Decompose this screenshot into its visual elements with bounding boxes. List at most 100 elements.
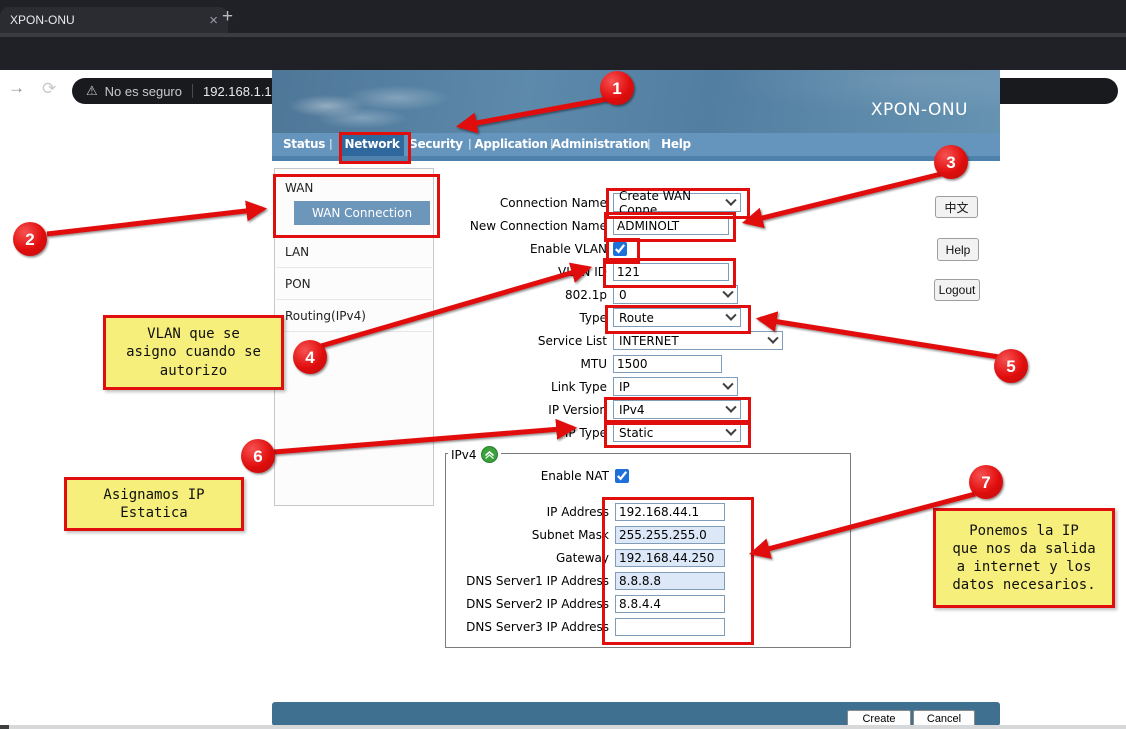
scrollbar-thumb[interactable]: [0, 725, 9, 729]
sidebar-item-routing-ipv4[interactable]: Routing(IPv4): [285, 309, 366, 323]
screenshot-root: XPON-ONU × + → ⟳ ⚠ No es seguro 192.168.…: [0, 0, 1126, 729]
ipv4-legend: IPv4: [448, 446, 501, 463]
browser-tab-title: XPON-ONU: [10, 13, 209, 27]
dns-server1-input[interactable]: [615, 572, 725, 590]
arrow-2: [47, 209, 263, 234]
gateway-input[interactable]: [615, 549, 725, 567]
form-row-ip-version: IP Version IPv4: [440, 398, 860, 421]
field-label: DNS Server3 IP Address: [446, 620, 612, 634]
note-line: autorizo: [160, 362, 227, 380]
ip-type-value: Static: [619, 426, 653, 440]
language-button[interactable]: 中文: [935, 196, 978, 218]
service-list-select[interactable]: INTERNET: [613, 331, 783, 350]
dns1-row: DNS Server1 IP Address: [446, 571, 746, 590]
form-row-ip-type: IP Type Static: [440, 421, 860, 444]
sidebar-divider: [276, 267, 432, 268]
browser-tab-strip: XPON-ONU × +: [0, 0, 1126, 33]
ip-type-select[interactable]: Static: [613, 423, 741, 442]
nav-separator: |: [329, 137, 333, 150]
note-line: a internet y los: [957, 558, 1092, 576]
field-label: Connection Name: [440, 196, 610, 210]
form-row-new-connection-name: New Connection Name: [440, 214, 860, 237]
type-select[interactable]: Route: [613, 308, 741, 327]
new-tab-icon[interactable]: +: [222, 6, 233, 28]
note-line: Ponemos la IP: [969, 522, 1079, 540]
collapse-section-icon[interactable]: [481, 446, 498, 463]
reload-icon[interactable]: ⟳: [42, 79, 56, 99]
tab-administration[interactable]: Administration: [552, 137, 648, 151]
tab-help[interactable]: Help: [661, 137, 691, 151]
chevron-down-icon: [725, 401, 736, 412]
form-row-type: Type Route: [440, 306, 860, 329]
logout-button[interactable]: Logout: [934, 279, 980, 301]
8021p-select[interactable]: 0: [613, 285, 738, 304]
tab-network[interactable]: Network: [344, 137, 399, 151]
enable-nat-row: Enable NAT: [446, 466, 746, 485]
nav-separator: |: [468, 137, 472, 150]
note-line: Estatica: [120, 504, 187, 522]
note-static-ip: Asignamos IP Estatica: [64, 477, 244, 531]
new-connection-name-input[interactable]: [613, 217, 729, 235]
sidebar-item-pon[interactable]: PON: [285, 277, 311, 291]
nav-underline: [272, 156, 1000, 161]
ipv4-legend-text: IPv4: [451, 448, 477, 462]
ip-version-select[interactable]: IPv4: [613, 400, 741, 419]
step-circle-6: [241, 439, 275, 473]
mtu-input[interactable]: [613, 355, 722, 373]
ip-address-input[interactable]: [615, 503, 725, 521]
sidebar-divider: [276, 331, 432, 332]
browser-tab[interactable]: XPON-ONU ×: [0, 7, 228, 33]
subnet-mask-row: Subnet Mask: [446, 525, 746, 544]
chevron-down-icon: [725, 424, 736, 435]
field-label: MTU: [440, 357, 610, 371]
ip-address-row: IP Address: [446, 502, 746, 521]
gateway-row: Gateway: [446, 548, 746, 567]
form-row-service-list: Service List INTERNET: [440, 329, 860, 352]
service-list-value: INTERNET: [619, 334, 679, 348]
form-row-vlan-id: VLAN ID: [440, 260, 860, 283]
sidebar-divider: [276, 299, 432, 300]
field-label: New Connection Name: [440, 219, 610, 233]
chevron-down-icon: [722, 286, 733, 297]
tab-security[interactable]: Security: [409, 137, 463, 151]
form-row-mtu: MTU: [440, 352, 860, 375]
field-label: Type: [440, 311, 610, 325]
enable-nat-checkbox[interactable]: [615, 469, 629, 483]
url-host: 192.168.1.1: [203, 84, 272, 99]
chevron-down-icon: [767, 332, 778, 343]
nav-separator: |: [647, 137, 651, 150]
note-vlan: VLAN que se asigno cuando se autorizo: [103, 315, 284, 390]
connection-name-select[interactable]: Create WAN Conne: [613, 193, 741, 212]
security-warning-icon: ⚠: [86, 83, 98, 99]
note-line: asigno cuando se: [126, 343, 261, 361]
dns-server3-input[interactable]: [615, 618, 725, 636]
help-button[interactable]: Help: [937, 238, 979, 261]
sidebar: WAN WAN Connection LAN PON Routing(IPv4): [274, 168, 434, 506]
sidebar-item-wan-connection[interactable]: WAN Connection: [294, 201, 430, 225]
tab-status[interactable]: Status: [283, 137, 325, 151]
link-type-select[interactable]: IP: [613, 377, 738, 396]
forward-icon[interactable]: →: [8, 78, 25, 98]
vlan-id-input[interactable]: [613, 263, 729, 281]
dns-server2-input[interactable]: [615, 595, 725, 613]
field-label: DNS Server1 IP Address: [446, 574, 612, 588]
note-line: Asignamos IP: [103, 486, 204, 504]
chevron-down-icon: [725, 309, 736, 320]
type-value: Route: [619, 311, 654, 325]
horizontal-scrollbar[interactable]: [0, 725, 1126, 729]
field-label: IP Address: [446, 505, 612, 519]
url-separator: [192, 84, 193, 98]
step-circle-2: [13, 222, 47, 256]
tab-application[interactable]: Application: [474, 137, 547, 151]
field-label: Subnet Mask: [446, 528, 612, 542]
subnet-mask-input[interactable]: [615, 526, 725, 544]
form-row-enable-vlan: Enable VLAN: [440, 237, 860, 260]
sidebar-item-lan[interactable]: LAN: [285, 245, 309, 259]
enable-vlan-checkbox[interactable]: [613, 242, 627, 256]
field-label: Service List: [440, 334, 610, 348]
close-tab-icon[interactable]: ×: [209, 13, 218, 28]
field-label: 802.1p: [440, 288, 610, 302]
sidebar-item-wan[interactable]: WAN: [285, 181, 313, 195]
note-internet-ip: Ponemos la IP que nos da salida a intern…: [933, 508, 1115, 608]
chevron-down-icon: [722, 378, 733, 389]
